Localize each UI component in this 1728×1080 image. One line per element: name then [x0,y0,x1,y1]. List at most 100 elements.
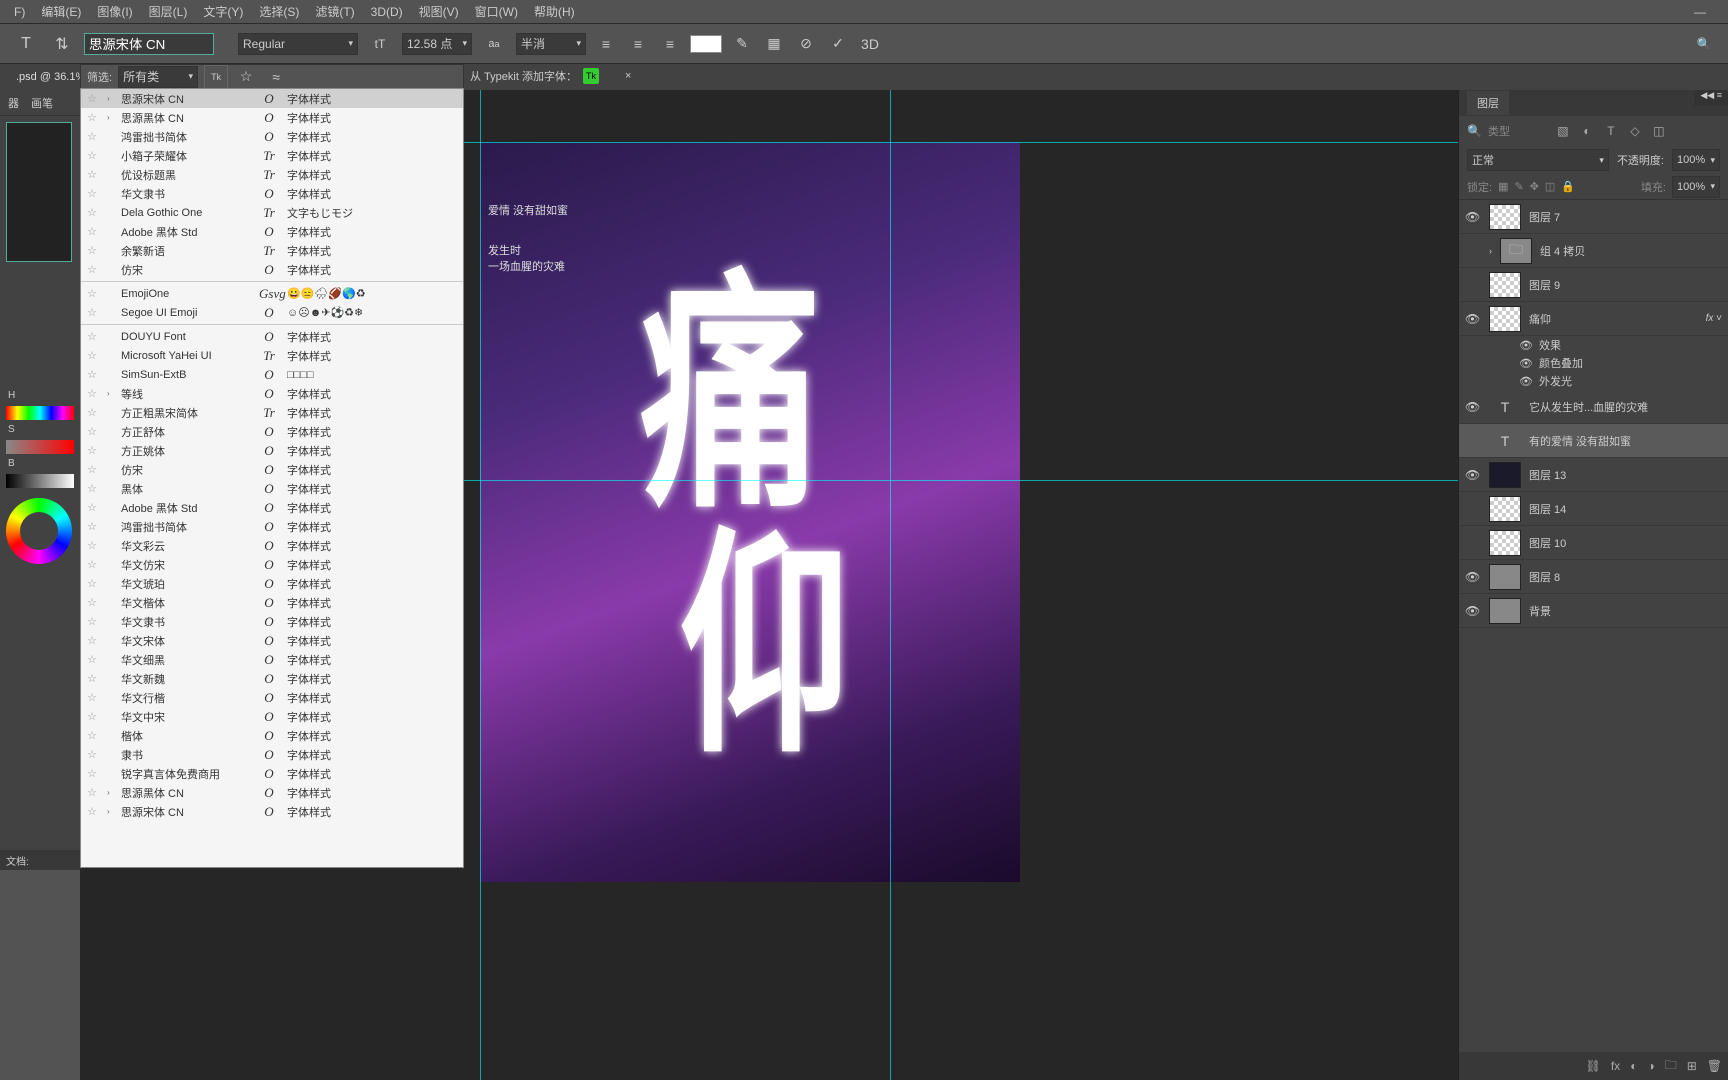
menu-item[interactable]: 图像(I) [91,1,138,22]
font-list-item[interactable]: ☆方正姚体O字体样式 [81,441,463,460]
menu-item[interactable]: 滤镜(T) [309,1,360,22]
filter-image-icon[interactable]: ▧ [1554,122,1572,140]
font-list-item[interactable]: ☆SimSun-ExtBO□□□□ [81,365,463,384]
star-icon[interactable]: ☆ [87,520,99,533]
font-list-item[interactable]: ☆Adobe 黑体 StdO字体样式 [81,498,463,517]
star-icon[interactable]: ☆ [87,263,99,276]
star-icon[interactable]: ☆ [87,287,99,300]
filter-select[interactable]: 所有类 [118,66,198,88]
font-list-item[interactable]: ☆鸿雷拙书简体O字体样式 [81,127,463,146]
lock-move-icon[interactable]: ✥ [1530,180,1539,193]
font-family-input[interactable] [84,33,214,55]
font-list-item[interactable]: ☆优设标题黑Tr字体样式 [81,165,463,184]
color-wheel[interactable] [6,498,72,564]
3d-button[interactable]: 3D [858,32,882,56]
star-icon[interactable]: ☆ [87,710,99,723]
font-list-item[interactable]: ☆Dela Gothic OneTr文字もじモジ [81,203,463,222]
star-filter-icon[interactable]: ☆ [234,65,258,89]
layer-effect[interactable]: 👁效果 [1459,336,1728,354]
star-icon[interactable]: ☆ [87,748,99,761]
eye-icon[interactable]: 👁 [1519,357,1533,370]
star-icon[interactable]: ☆ [87,786,99,799]
eye-icon[interactable]: 👁 [1465,312,1481,326]
font-list-item[interactable]: ☆锐字真言体免费商用O字体样式 [81,764,463,783]
star-icon[interactable]: ☆ [87,187,99,200]
align-right-icon[interactable]: ≡ [658,32,682,56]
close-icon[interactable]: × [625,70,631,82]
mask-icon[interactable]: ◐ [1630,1059,1637,1073]
star-icon[interactable]: ☆ [87,539,99,552]
eye-icon[interactable]: 👁 [1465,604,1481,618]
layer-effect[interactable]: 👁颜色叠加 [1459,354,1728,372]
menu-item[interactable]: 3D(D) [365,3,409,21]
layer-row[interactable]: 👁图层 8 [1459,560,1728,594]
star-icon[interactable]: ☆ [87,596,99,609]
star-icon[interactable]: ☆ [87,558,99,571]
sat-slider[interactable] [6,440,74,454]
font-list-item[interactable]: ☆隶书O字体样式 [81,745,463,764]
trash-icon[interactable]: 🗑 [1707,1059,1722,1073]
font-list-item[interactable]: ☆华文中宋O字体样式 [81,707,463,726]
warp-text-icon[interactable]: ✎ [730,32,754,56]
star-icon[interactable]: ☆ [87,149,99,162]
fill-input[interactable]: 100% [1672,176,1720,198]
layer-row[interactable]: 👁T它从发生时...血腥的灾难 [1459,390,1728,424]
font-list-item[interactable]: ☆华文隶书O字体样式 [81,612,463,631]
star-icon[interactable]: ☆ [87,387,99,400]
star-icon[interactable]: ☆ [87,653,99,666]
font-list-item[interactable]: ☆华文细黑O字体样式 [81,650,463,669]
layers-tab[interactable]: 图层 [1467,91,1509,115]
star-icon[interactable]: ☆ [87,111,99,124]
menu-item[interactable]: 视图(V) [413,1,465,22]
link-icon[interactable]: ⛓ [1586,1059,1601,1073]
layer-row[interactable]: 图层 9 [1459,268,1728,302]
font-list-item[interactable]: ☆华文彩云O字体样式 [81,536,463,555]
text-orient-icon[interactable]: ⇅ [48,30,76,58]
menu-item[interactable]: 帮助(H) [528,1,581,22]
menu-item[interactable]: F) [8,3,31,21]
star-icon[interactable]: ☆ [87,805,99,818]
align-center-icon[interactable]: ≡ [626,32,650,56]
star-icon[interactable]: ☆ [87,615,99,628]
font-list-item[interactable]: ☆黑体O字体样式 [81,479,463,498]
font-list-item[interactable]: ☆方正舒体O字体样式 [81,422,463,441]
filter-text-icon[interactable]: T [1602,122,1620,140]
font-dropdown-list[interactable]: ☆›思源宋体 CNO字体样式☆›思源黑体 CNO字体样式☆鸿雷拙书简体O字体样式… [80,88,464,868]
font-weight-select[interactable]: Regular [238,33,358,55]
star-icon[interactable]: ☆ [87,634,99,647]
group-icon[interactable]: 🗀 [1665,1056,1677,1077]
star-icon[interactable]: ☆ [87,672,99,685]
collapse-icon[interactable]: ◀◀ ≡ [1694,90,1728,106]
layer-effect[interactable]: 👁外发光 [1459,372,1728,390]
font-list-item[interactable]: ☆›思源宋体 CNO字体样式 [81,802,463,821]
font-list-item[interactable]: ☆Adobe 黑体 StdO字体样式 [81,222,463,241]
layer-row[interactable]: 👁痛仰fx ˅ [1459,302,1728,336]
new-layer-icon[interactable]: ⊞ [1687,1059,1697,1073]
antialias-select[interactable]: 半消 [516,33,586,55]
lock-artboard-icon[interactable]: ◫ [1545,180,1555,193]
typekit-badge-icon[interactable]: Tk [583,68,599,84]
eye-icon[interactable]: 👁 [1519,375,1533,388]
star-icon[interactable]: ☆ [87,444,99,457]
layer-row[interactable]: 图层 14 [1459,492,1728,526]
star-icon[interactable]: ☆ [87,767,99,780]
commit-icon[interactable]: ✓ [826,32,850,56]
star-icon[interactable]: ☆ [87,306,99,319]
font-list-item[interactable]: ☆仿宋O字体样式 [81,260,463,279]
font-list-item[interactable]: ☆华文宋体O字体样式 [81,631,463,650]
filter-smart-icon[interactable]: ◫ [1650,122,1668,140]
eye-icon[interactable]: 👁 [1465,468,1481,482]
font-list-item[interactable]: ☆华文新魏O字体样式 [81,669,463,688]
star-icon[interactable]: ☆ [87,425,99,438]
align-left-icon[interactable]: ≡ [594,32,618,56]
font-list-item[interactable]: ☆›思源宋体 CNO字体样式 [81,89,463,108]
filter-shape-icon[interactable]: ◇ [1626,122,1644,140]
font-list-item[interactable]: ☆EmojiOneGsvg😀😑🌧🏈🌎♻ [81,284,463,303]
search-icon[interactable]: 🔍 [1692,32,1716,56]
lock-pixels-icon[interactable]: ▦ [1498,180,1508,193]
star-icon[interactable]: ☆ [87,368,99,381]
star-icon[interactable]: ☆ [87,729,99,742]
font-list-item[interactable]: ☆仿宋O字体样式 [81,460,463,479]
font-list-item[interactable]: ☆华文仿宋O字体样式 [81,555,463,574]
lock-all-icon[interactable]: 🔒 [1561,180,1575,193]
